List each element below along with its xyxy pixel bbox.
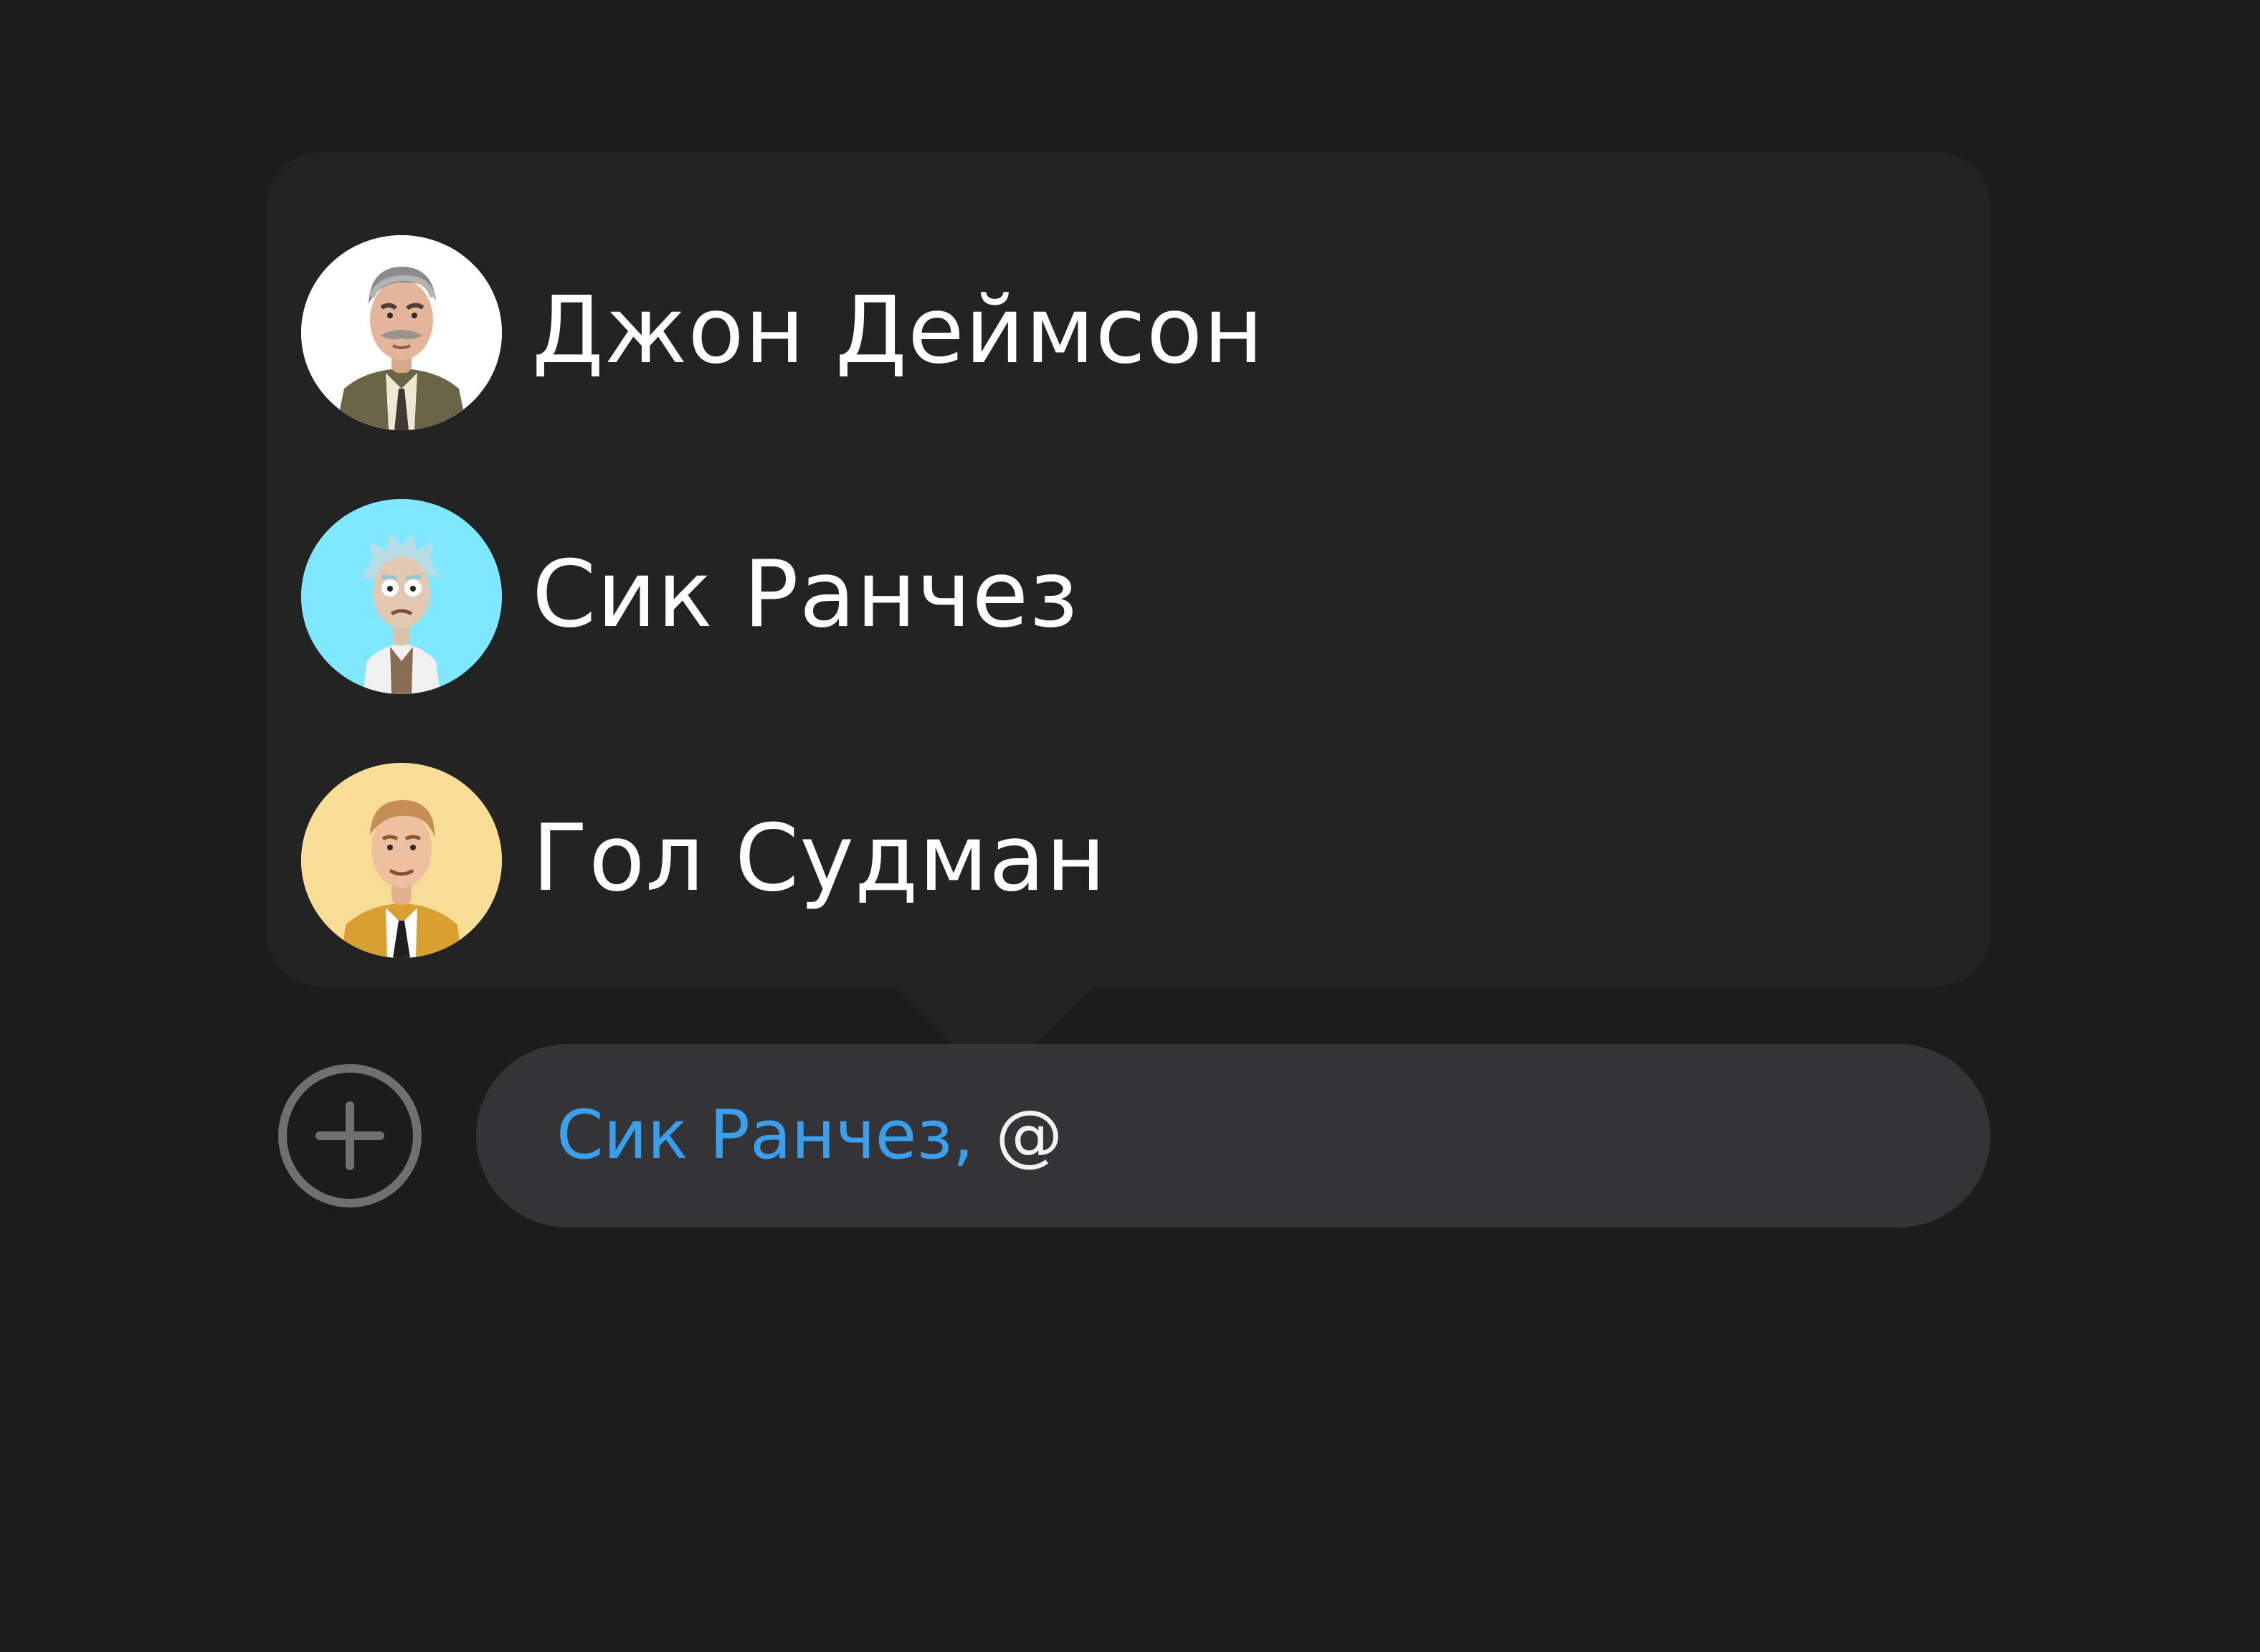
mention-name: Сик Ранчез (532, 541, 1079, 648)
plus-vertical-bar (346, 1101, 354, 1170)
inserted-mention: Сик Ранчез, (556, 1096, 974, 1174)
man-in-suit-avatar-icon (301, 763, 502, 958)
typed-at-text: @ (974, 1096, 1063, 1174)
mention-suggestion-sik[interactable]: Сик Ранчез (267, 488, 1990, 703)
mention-suggestion-jon[interactable]: Джон Деймсон (267, 224, 1990, 439)
scientist-avatar-icon (301, 499, 502, 694)
message-input-text: Сик Ранчез, @ (556, 1102, 1063, 1169)
mention-name: Гол Судман (532, 805, 1107, 912)
mustached-man-avatar-icon (301, 235, 502, 430)
plus-circle-icon[interactable] (278, 1064, 422, 1207)
mention-suggestions-popup: Джон Деймсон Сик Ранчез Гол Судман (267, 152, 1990, 987)
mention-name: Джон Деймсон (532, 277, 1264, 384)
message-input[interactable]: Сик Ранчез, @ (476, 1044, 1990, 1228)
mention-suggestion-gol[interactable]: Гол Судман (267, 751, 1990, 967)
